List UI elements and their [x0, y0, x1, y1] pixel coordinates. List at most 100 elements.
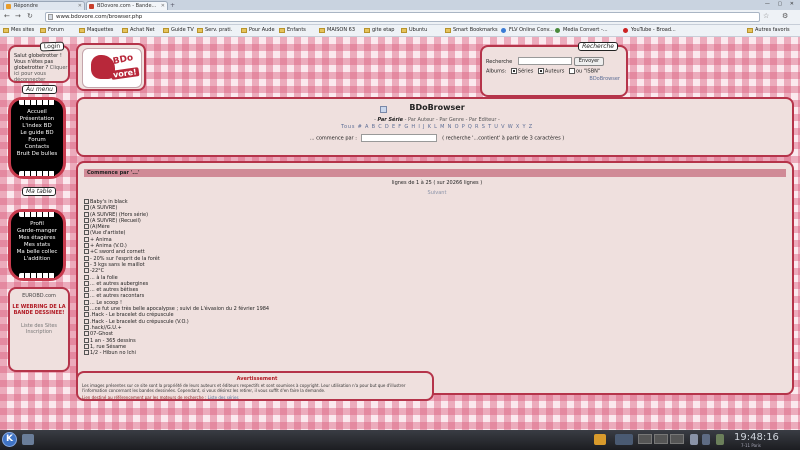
expand-icon[interactable] — [84, 312, 89, 318]
search-input[interactable] — [518, 57, 572, 65]
expand-icon[interactable] — [84, 350, 89, 356]
close-tab-icon[interactable]: ✕ — [78, 2, 82, 10]
result-row[interactable]: 1/2 - Hibun no Ichi — [84, 350, 484, 356]
send-button[interactable]: Envoyer — [574, 57, 604, 66]
isbn-checkbox[interactable] — [568, 68, 575, 74]
result-title: .Hack - Le bracelet du crépuscule — [90, 312, 174, 319]
bookmark-item[interactable]: Forum — [40, 26, 64, 35]
desktop-3-icon[interactable] — [670, 434, 684, 444]
expand-icon[interactable] — [84, 236, 89, 242]
bookmark-item[interactable]: Media Convert -... — [555, 26, 608, 35]
expand-icon[interactable] — [84, 274, 89, 280]
menu-item[interactable]: Accueil — [11, 109, 63, 116]
expand-icon[interactable] — [84, 217, 89, 223]
expand-icon[interactable] — [84, 343, 89, 349]
tab-repondre[interactable]: Répondre ✕ — [3, 1, 85, 10]
bookmark-star-icon[interactable]: ☆ — [763, 12, 769, 20]
network-icon[interactable] — [702, 434, 710, 445]
expand-icon[interactable] — [84, 287, 89, 293]
expand-icon[interactable] — [84, 255, 89, 261]
expand-icon[interactable] — [84, 211, 89, 217]
bookmark-item[interactable]: FLV Online Conv... — [501, 26, 554, 35]
begins-with-input[interactable] — [361, 134, 438, 142]
bookmark-item[interactable]: Serv. prati. — [197, 26, 232, 35]
expand-icon[interactable] — [84, 268, 89, 274]
letter-index[interactable]: Tous # A B C D E F G H I J K L M N O P Q… — [78, 124, 796, 130]
other-bookmarks[interactable]: Autres favoris — [747, 26, 790, 35]
expand-icon[interactable] — [84, 293, 89, 299]
expand-icon[interactable] — [84, 224, 89, 230]
bookmark-item[interactable]: gite etap — [364, 26, 394, 35]
warning-text: Les images présentes sur ce site sont la… — [82, 383, 406, 393]
monitor-icon[interactable] — [615, 434, 633, 445]
table-menu-item[interactable]: L'addition — [11, 256, 63, 263]
webring-link[interactable]: LE WEBRING DE LA BANDE DESSINEE! — [10, 304, 68, 316]
next-link[interactable]: Suivant — [78, 190, 796, 196]
expand-icon[interactable] — [84, 205, 89, 211]
table-menu-item[interactable]: Profil — [11, 221, 63, 228]
expand-icon[interactable] — [84, 331, 89, 337]
tab-label: BDovore.com - Bande... — [97, 3, 157, 9]
back-button[interactable]: ← — [4, 12, 10, 21]
clock[interactable]: 19:48:16 — [734, 432, 779, 443]
expand-icon[interactable] — [84, 306, 89, 312]
table-menu-item[interactable]: Mes stats — [11, 242, 63, 249]
bookmark-item[interactable]: YouTube - Broad... — [623, 26, 676, 35]
volume-icon[interactable] — [690, 434, 698, 445]
bookmark-item[interactable]: Maquettes — [79, 26, 113, 35]
bookmark-item[interactable]: Ubuntu — [401, 26, 427, 35]
menu-item[interactable]: L'index BD — [11, 123, 63, 130]
series-checkbox[interactable] — [510, 68, 517, 74]
site-logo[interactable]: BDo vore! — [76, 43, 146, 91]
expand-icon[interactable] — [84, 324, 89, 330]
table-menu-item[interactable]: Garde-manger — [11, 228, 63, 235]
expand-icon[interactable] — [84, 337, 89, 343]
wrench-menu-icon[interactable]: ⚙ — [782, 12, 788, 20]
by-serie-link[interactable]: Par Série — [378, 117, 404, 123]
expand-icon[interactable] — [84, 280, 89, 286]
bookmark-item[interactable]: Guide TV — [163, 26, 194, 35]
address-bar[interactable]: www.bdovore.com/browser.php — [45, 12, 760, 22]
menu-item[interactable]: Contacts — [11, 144, 63, 151]
expand-icon[interactable] — [84, 318, 89, 324]
bookmarks-bar: Mes sites Forum Maquettes Achat Net Guide TV… — [0, 25, 800, 37]
desktop-2-icon[interactable] — [654, 434, 668, 444]
forward-button[interactable]: → — [15, 12, 21, 21]
table-menu-item[interactable]: Ma belle collec — [11, 249, 63, 256]
series-list-link[interactable]: Liste des séries — [208, 395, 239, 400]
folder-icon — [122, 28, 128, 33]
bookmark-item[interactable]: MAISON 63 — [319, 26, 355, 35]
battery-icon[interactable] — [716, 434, 724, 445]
close-tab-icon[interactable]: ✕ — [161, 2, 165, 10]
bookmark-item[interactable]: Smart Bookmarks — [445, 26, 498, 35]
inscription-link[interactable]: Inscription — [10, 329, 68, 335]
bdobrowser-link[interactable]: BDoBrowser — [589, 76, 620, 82]
desktop-1-icon[interactable] — [638, 434, 652, 444]
expand-icon[interactable] — [84, 230, 89, 236]
menu-item[interactable]: Le guide BD — [11, 130, 63, 137]
expand-icon[interactable] — [84, 299, 89, 305]
menu-item[interactable]: Présentation — [11, 116, 63, 123]
result-title: (A SUIVRE) (Hors série) — [90, 211, 149, 218]
menu-item[interactable]: Bruit De bulles — [11, 151, 63, 158]
kde-menu-icon[interactable]: K — [2, 432, 17, 447]
bookmark-item[interactable]: Mes sites — [3, 26, 34, 35]
bookmark-item[interactable]: Achat Net — [122, 26, 155, 35]
desktop-icon[interactable] — [22, 434, 34, 445]
window-controls[interactable]: — ▢ ✕ — [765, 1, 797, 7]
expand-icon[interactable] — [84, 249, 89, 255]
eurobd-link[interactable]: EUROBD.com — [10, 293, 68, 299]
tab-bdovore[interactable]: BDovore.com - Bande... ✕ — [86, 1, 168, 10]
new-tab-button[interactable]: + — [170, 2, 175, 9]
table-menu-item[interactable]: Mes étagères — [11, 235, 63, 242]
expand-icon[interactable] — [84, 199, 89, 204]
browse-options[interactable]: - Par Auteur - Par Genre - Par Editeur - — [403, 117, 500, 123]
bookmark-item[interactable]: Pour Aude — [241, 26, 275, 35]
package-icon[interactable] — [594, 434, 606, 445]
auteurs-checkbox[interactable] — [537, 68, 544, 74]
expand-icon[interactable] — [84, 243, 89, 249]
expand-icon[interactable] — [84, 261, 89, 267]
reload-button[interactable]: ↻ — [27, 12, 33, 21]
bookmark-item[interactable]: Enfants — [279, 26, 306, 35]
menu-item[interactable]: Forum — [11, 137, 63, 144]
